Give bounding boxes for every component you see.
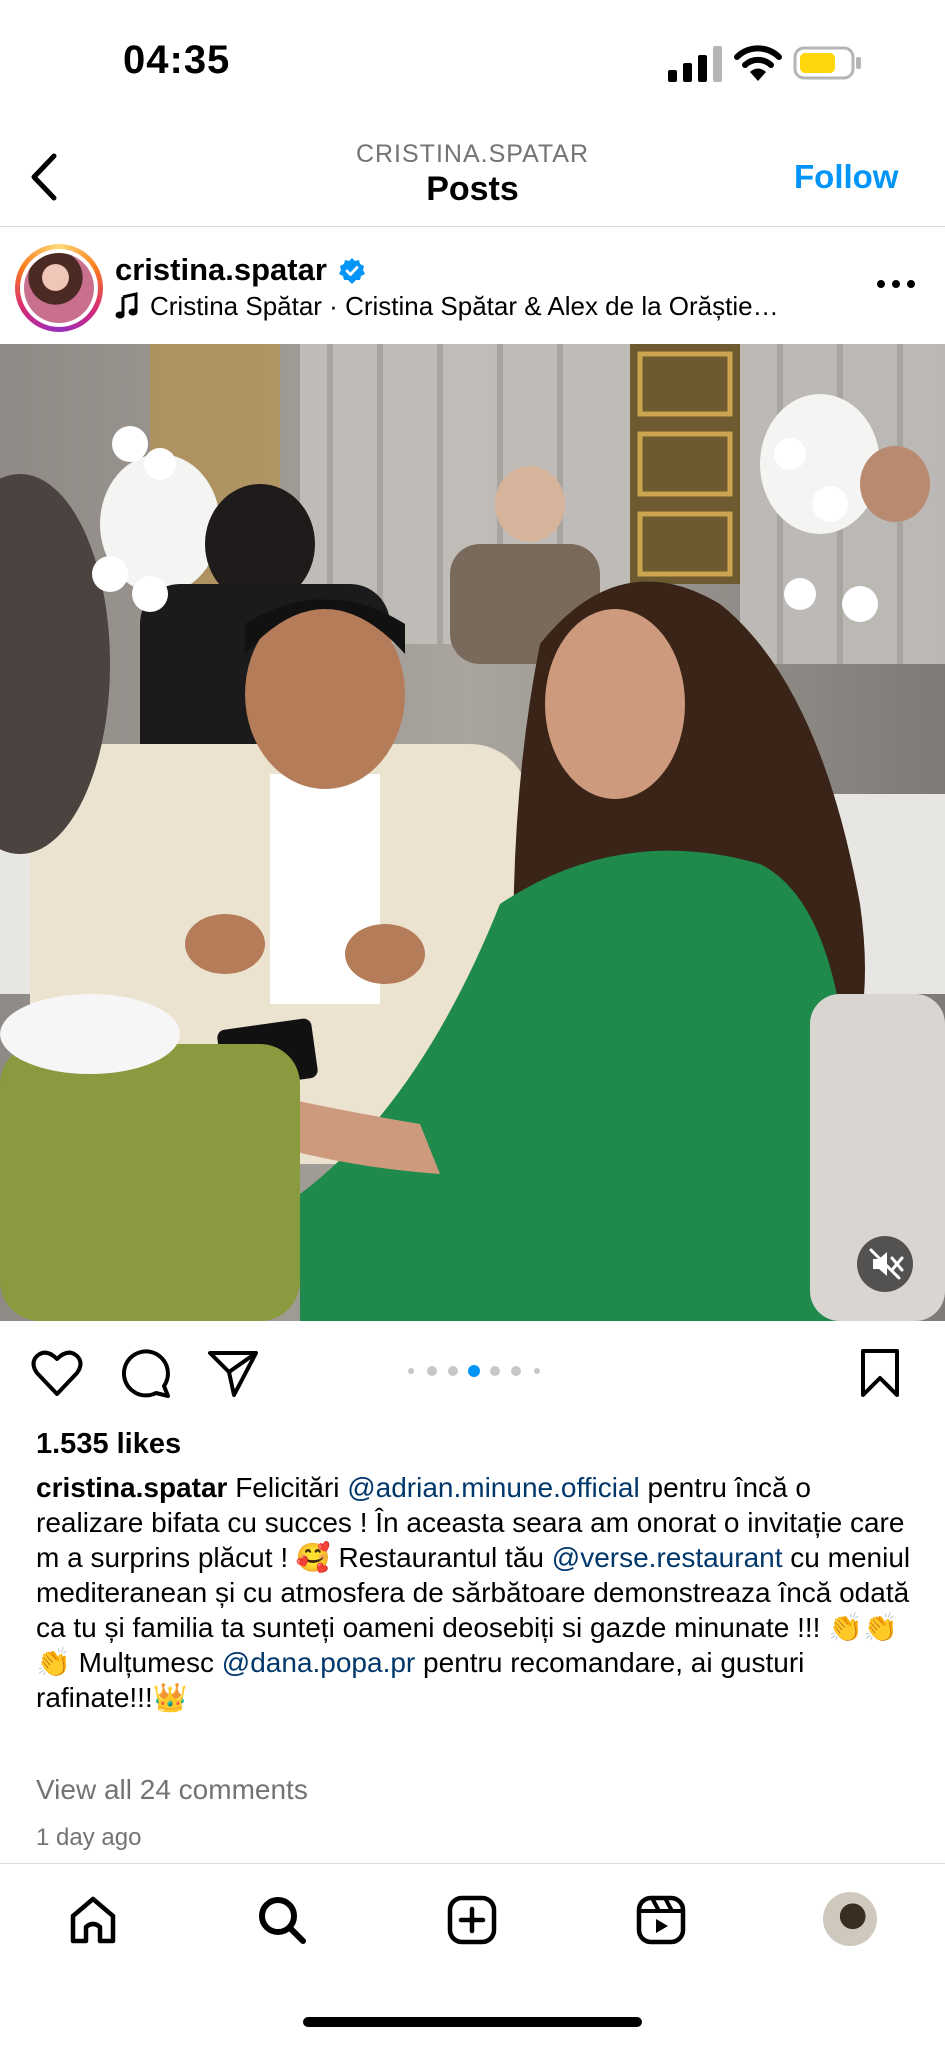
header-divider [0,226,945,227]
paper-plane-icon[interactable] [207,1348,259,1398]
battery-icon [793,46,861,80]
view-comments-link[interactable]: View all 24 comments [36,1774,308,1806]
mention-link[interactable]: @dana.popa.pr [222,1647,415,1678]
comment-icon[interactable] [120,1348,172,1398]
post-timestamp: 1 day ago [36,1824,142,1851]
mention-link[interactable]: @adrian.minune.official [347,1472,640,1503]
likes-count[interactable]: 1.535 likes [36,1428,181,1461]
profile-tab-avatar[interactable] [823,1892,877,1946]
carousel-dot [511,1366,521,1376]
carousel-dot-active [468,1365,480,1377]
avatar-image [24,253,94,323]
search-icon[interactable] [256,1894,308,1946]
music-note-icon [115,292,138,319]
carousel-dot [427,1366,437,1376]
carousel-dot [408,1368,414,1374]
status-time: 04:35 [123,38,231,82]
audio-track[interactable]: Cristina Spătar · Cristina Spătar & Alex… [150,291,779,322]
bookmark-icon[interactable] [858,1348,902,1398]
more-icon[interactable] [876,278,916,290]
carousel-dot [490,1366,500,1376]
plus-square-icon[interactable] [446,1894,498,1946]
carousel-indicator [408,1365,540,1377]
follow-button[interactable]: Follow [794,158,898,196]
home-icon[interactable] [67,1894,119,1946]
wifi-icon [734,45,782,81]
carousel-dot [448,1366,458,1376]
mention-link[interactable]: @verse.restaurant [552,1542,783,1573]
caption-username[interactable]: cristina.spatar [36,1472,227,1503]
carousel-dot [534,1368,540,1374]
heart-icon[interactable] [30,1348,84,1398]
post-caption: cristina.spatar Felicitări @adrian.minun… [36,1470,911,1715]
post-username[interactable]: cristina.spatar [115,252,327,288]
verified-badge-icon [339,258,365,284]
tabbar-divider [0,1863,945,1864]
avatar[interactable] [15,244,103,332]
post-photo-illustration [0,344,945,1321]
post-photo[interactable] [0,344,945,1321]
speaker-muted-icon[interactable] [857,1236,913,1292]
home-indicator [303,2017,642,2027]
signal-icon [668,46,722,82]
reels-icon[interactable] [635,1894,687,1946]
caption-text: Felicitări [227,1472,348,1503]
